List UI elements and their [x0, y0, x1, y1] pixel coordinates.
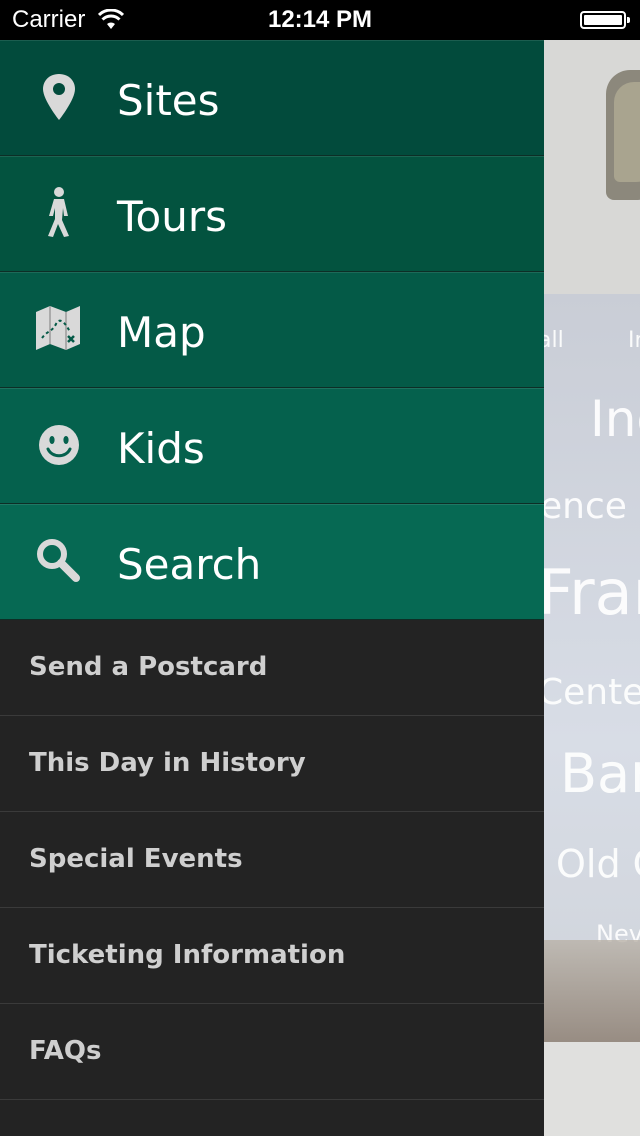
menu-item-map[interactable]: Map [0, 272, 544, 388]
background-header [544, 40, 640, 294]
menu-item-label: Sites [117, 76, 220, 125]
side-drawer-menu: Sites Tours Map Kids Search Send a Postc… [0, 40, 544, 1136]
menu-item-send-postcard[interactable]: Send a Postcard [0, 620, 544, 716]
background-footer [544, 1042, 640, 1136]
word-cloud-item: Ind [590, 390, 640, 448]
smiley-face-icon [39, 425, 79, 465]
menu-item-label: Map [117, 308, 206, 357]
walking-person-icon [48, 187, 69, 237]
menu-item-label: This Day in History [29, 748, 306, 778]
battery-icon [580, 11, 630, 29]
menu-item-label: Special Events [29, 844, 243, 874]
word-cloud-item: In [628, 328, 640, 353]
word-cloud-item: Fran [544, 556, 640, 629]
menu-item-ticketing-information[interactable]: Ticketing Information [0, 908, 544, 1004]
word-cloud-item: Center [544, 672, 640, 713]
word-cloud: all In Ind ence H Fran Center Ban Old C … [544, 294, 640, 1042]
menu-item-label: Tours [117, 192, 227, 241]
menu-item-label: Search [117, 540, 262, 589]
menu-item-this-day-in-history[interactable]: This Day in History [0, 716, 544, 812]
word-cloud-item: Old C [556, 842, 640, 886]
status-bar: Carrier 12:14 PM [0, 0, 640, 40]
map-pin-icon [43, 74, 75, 120]
background-content: all In Ind ence H Fran Center Ban Old C … [544, 40, 640, 1136]
clock: 12:14 PM [267, 6, 373, 33]
menu-item-faqs[interactable]: FAQs [0, 1004, 544, 1100]
menu-item-label: FAQs [29, 1036, 102, 1066]
menu-item-special-events[interactable]: Special Events [0, 812, 544, 908]
menu-item-kids[interactable]: Kids [0, 388, 544, 504]
magnifier-icon [37, 539, 80, 582]
menu-item-search[interactable]: Search [0, 504, 544, 620]
menu-item-label: Ticketing Information [29, 940, 346, 970]
menu-item-sites[interactable]: Sites [0, 40, 544, 156]
arrowhead-logo-inner [614, 82, 640, 182]
word-cloud-item: ence H [544, 486, 640, 527]
word-cloud-item: Ban [560, 742, 640, 805]
word-cloud-item: all [544, 328, 564, 353]
menu-item-label: Kids [117, 424, 205, 473]
menu-item-label: Send a Postcard [29, 652, 268, 682]
building-photo [544, 940, 640, 1042]
menu-item-tours[interactable]: Tours [0, 156, 544, 272]
folded-map-icon [36, 306, 80, 350]
